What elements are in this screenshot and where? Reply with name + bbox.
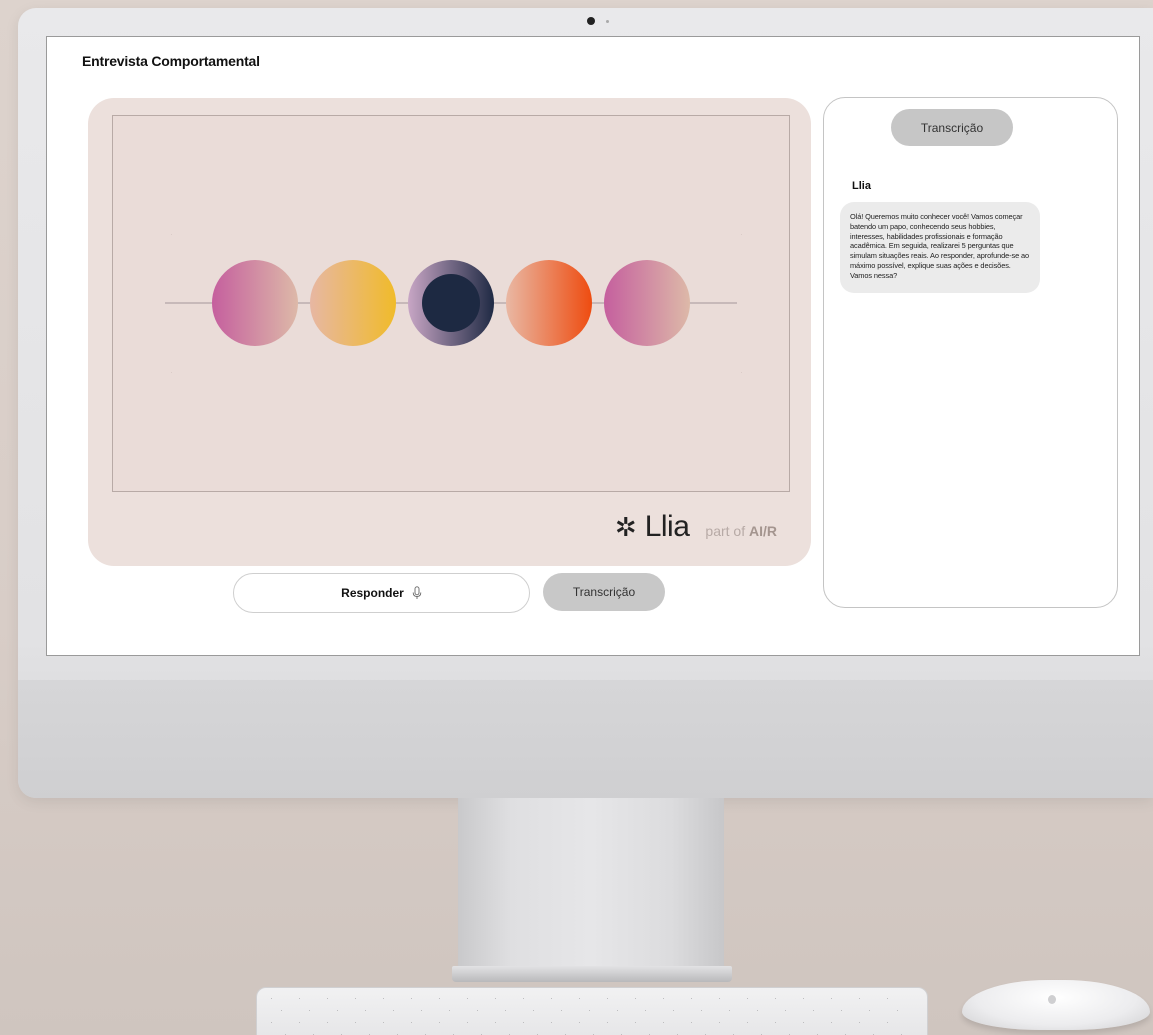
corner-mark-tr: · (741, 232, 742, 237)
corner-mark-bl: · (171, 370, 172, 375)
video-panel: · · · · ✲ Llia part of AI/R (88, 98, 811, 566)
monitor-chin (18, 680, 1153, 798)
transcription-button[interactable]: Transcrição (543, 573, 665, 611)
brand-name: Llia (644, 510, 690, 543)
brand-tagline: part of AI/R (705, 523, 777, 539)
gradient-orb (506, 260, 592, 346)
avatar-animation: · · · · (165, 232, 742, 375)
transcript-panel: Transcrição Llia Olá! Queremos muito con… (823, 97, 1118, 608)
transcript-tab[interactable]: Transcrição (891, 109, 1013, 146)
gradient-orb (212, 260, 298, 346)
key-row (281, 1010, 921, 1011)
camera-led (606, 20, 609, 23)
keyboard (256, 987, 928, 1035)
camera-icon (587, 17, 595, 25)
orb-core (422, 274, 480, 332)
microphone-icon (412, 586, 422, 599)
message-bubble: Olá! Queremos muito conhecer você! Vamos… (840, 202, 1040, 293)
desktop-scene: Entrevista Comportamental · · · · ✲ Llia… (0, 0, 1153, 1035)
page-title: Entrevista Comportamental (82, 53, 260, 69)
app-screen: Entrevista Comportamental · · · · ✲ Llia… (46, 36, 1140, 656)
respond-label: Responder (341, 586, 404, 600)
corner-mark-tl: · (171, 232, 172, 237)
mouse (962, 980, 1150, 1030)
asterisk-burst-icon: ✲ (614, 512, 637, 542)
key-row (271, 998, 911, 999)
key-row (271, 1022, 911, 1023)
video-frame: · · · · (112, 115, 790, 492)
brand-tagline-prefix: part of (705, 523, 746, 539)
apple-logo-icon (1048, 995, 1056, 1004)
gradient-orb (604, 260, 690, 346)
monitor-stand-foot (452, 966, 732, 982)
corner-mark-br: · (741, 370, 742, 375)
speaker-name: Llia (852, 180, 871, 192)
brand-tagline-brand: AI/R (749, 523, 777, 539)
respond-button[interactable]: Responder (233, 573, 530, 613)
monitor-stand (458, 798, 724, 970)
gradient-orb (310, 260, 396, 346)
brand-logo: ✲ Llia part of AI/R (615, 510, 777, 544)
